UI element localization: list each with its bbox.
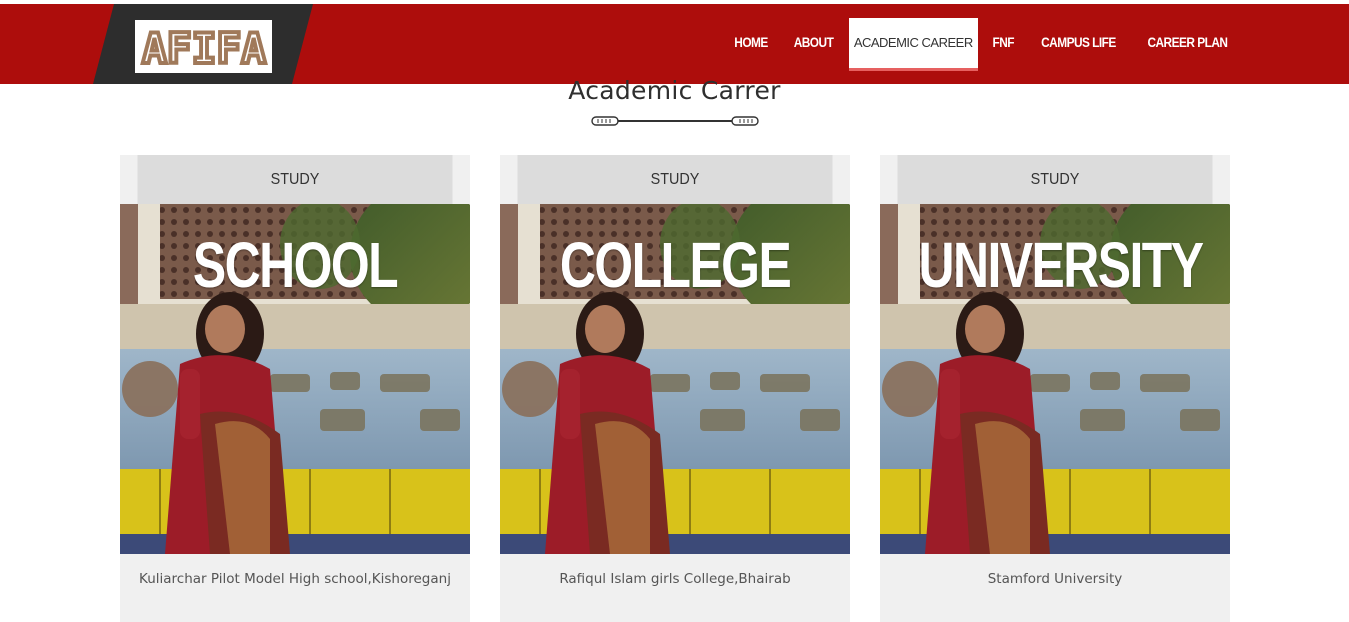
card-caption: Stamford University <box>987 571 1123 587</box>
card-header: STUDY <box>517 155 833 204</box>
card-caption: Kuliarchar Pilot Model High school,Kisho… <box>139 571 451 587</box>
card-caption: Rafiqul Islam girls College,Bhairab <box>559 571 791 587</box>
nav-item-home[interactable]: HOME <box>727 18 775 68</box>
card-photo-title: SCHOOL <box>192 229 399 301</box>
cable-divider-icon <box>590 113 760 132</box>
nav-item-campus-life[interactable]: CAMPUS LIFE <box>1034 18 1123 68</box>
site-logo[interactable]: AFIFA <box>135 20 272 73</box>
site-header: AFIFA HOME ABOUT ACADEMIC CAREER FNF CAM… <box>0 4 1349 84</box>
nav-item-career-plan[interactable]: CAREER PLAN <box>1141 18 1235 68</box>
section-title: Academic Carrer <box>568 76 781 105</box>
study-card-college[interactable]: STUDY COLLEGE Rafiqul Islam girls Colleg… <box>500 155 850 622</box>
logo-wordmark: AFIFA <box>140 23 268 71</box>
study-card-school[interactable]: STUDY SCHOOL Kuliarchar Pilot Model High… <box>120 155 470 622</box>
card-photo-title: COLLEGE <box>559 229 792 301</box>
logo-text: AFIFA <box>142 24 266 71</box>
nav-item-academic-career[interactable]: ACADEMIC CAREER <box>848 18 978 71</box>
nav-item-fnf[interactable]: FNF <box>985 18 1021 68</box>
study-card-university[interactable]: STUDY UNIVERSITY Stamford University <box>880 155 1230 622</box>
card-photo: SCHOOL <box>120 204 470 554</box>
card-header: STUDY <box>897 155 1213 204</box>
nav-item-about[interactable]: ABOUT <box>786 18 840 68</box>
card-photo: COLLEGE <box>500 204 850 554</box>
main-nav: HOME ABOUT ACADEMIC CAREER FNF CAMPUS LI… <box>719 18 1241 71</box>
card-photo-title: UNIVERSITY <box>918 229 1205 301</box>
card-photo: UNIVERSITY <box>880 204 1230 554</box>
card-header: STUDY <box>137 155 453 204</box>
